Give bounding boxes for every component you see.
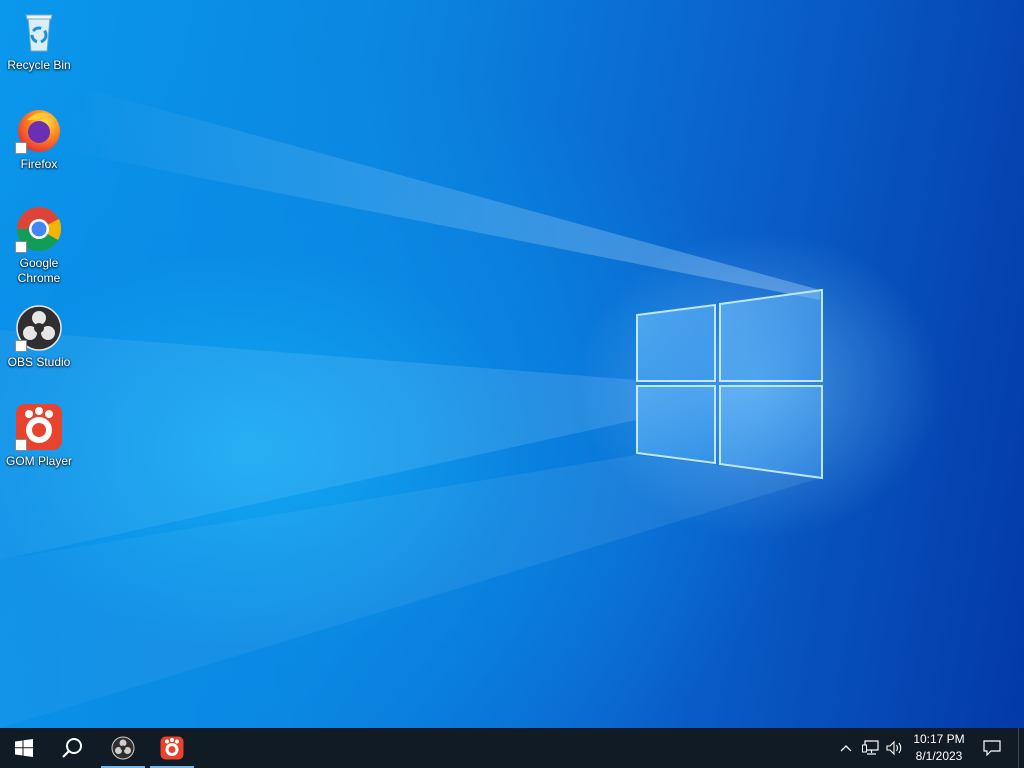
shortcut-arrow-icon <box>15 241 27 253</box>
shortcut-arrow-icon <box>15 340 27 352</box>
obs-studio-icon <box>111 736 135 760</box>
windows-logo-wallpaper <box>636 288 823 480</box>
start-button[interactable] <box>0 728 48 768</box>
desktop-icon-firefox[interactable]: Firefox <box>1 106 77 172</box>
action-center-button[interactable] <box>978 728 1006 768</box>
desktop-icon-label: Recycle Bin <box>7 58 71 72</box>
desktop-icon-google-chrome[interactable]: Google Chrome <box>1 205 77 286</box>
desktop-icon-label: OBS Studio <box>7 355 71 369</box>
desktop-icon-label: Firefox <box>20 157 58 171</box>
shortcut-arrow-icon <box>15 142 27 154</box>
chevron-up-icon <box>840 745 852 752</box>
show-desktop-button[interactable] <box>1018 728 1024 768</box>
volume-icon <box>886 740 902 756</box>
chrome-icon <box>15 205 63 253</box>
taskbar-app-gom-player[interactable] <box>148 728 196 768</box>
network-tray-button[interactable] <box>860 728 882 768</box>
desktop-icon-gom-player[interactable]: GOM Player <box>1 403 77 469</box>
desktop-icon-obs-studio[interactable]: OBS Studio <box>1 304 77 370</box>
shortcut-arrow-icon <box>15 439 27 451</box>
show-hidden-icons-button[interactable] <box>836 728 856 768</box>
windows-start-icon <box>15 739 33 757</box>
clock-date: 8/1/2023 <box>915 749 963 763</box>
firefox-icon <box>15 106 63 154</box>
wallpaper-light-beams <box>0 90 820 728</box>
taskbar: 10:17 PM 8/1/2023 <box>0 728 1024 768</box>
obs-studio-icon <box>15 304 63 352</box>
desktop-icon-recycle-bin[interactable]: Recycle Bin <box>1 7 77 73</box>
search-button[interactable] <box>48 728 96 768</box>
desktop-icon-label: GOM Player <box>5 454 72 468</box>
clock-time: 10:17 PM <box>913 732 965 746</box>
recycle-bin-icon <box>15 7 63 55</box>
gom-player-icon <box>15 403 63 451</box>
gom-player-icon <box>160 736 184 760</box>
taskbar-clock[interactable]: 10:17 PM 8/1/2023 <box>905 731 973 765</box>
action-center-icon <box>983 740 1001 756</box>
network-icon <box>862 740 879 755</box>
taskbar-app-obs-studio[interactable] <box>99 728 147 768</box>
search-icon <box>62 738 82 758</box>
desktop-background[interactable]: Recycle Bin Firefox Google Chrome OBS St… <box>0 0 1024 728</box>
volume-tray-button[interactable] <box>884 728 906 768</box>
desktop-icon-label: Google Chrome <box>17 256 61 285</box>
